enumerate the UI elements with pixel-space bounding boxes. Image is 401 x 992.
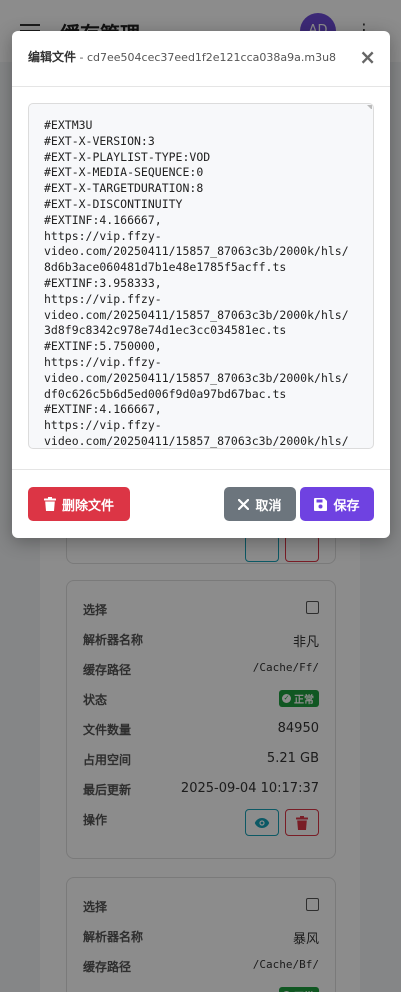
close-icon[interactable]: × bbox=[359, 47, 376, 67]
close-icon bbox=[238, 498, 250, 510]
save-button[interactable]: 保存 bbox=[300, 487, 374, 521]
modal-title-separator: - bbox=[76, 51, 87, 64]
resize-handle-icon[interactable] bbox=[367, 105, 372, 110]
modal-title-label: 编辑文件 bbox=[28, 50, 77, 64]
edit-file-modal: 编辑文件 - cd7ee504cec37eed1f2e121cca038a9a.… bbox=[12, 31, 390, 538]
modal-file-name: cd7ee504cec37eed1f2e121cca038a9a.m3u8 bbox=[86, 51, 337, 64]
modal-header: 编辑文件 - cd7ee504cec37eed1f2e121cca038a9a.… bbox=[12, 31, 390, 87]
trash-icon bbox=[43, 497, 56, 511]
cancel-button[interactable]: 取消 bbox=[224, 487, 296, 521]
file-content-text[interactable]: #EXTM3U #EXT-X-VERSION:3 #EXT-X-PLAYLIST… bbox=[44, 118, 363, 448]
modal-title: 编辑文件 - cd7ee504cec37eed1f2e121cca038a9a.… bbox=[28, 48, 336, 65]
save-icon bbox=[314, 497, 328, 511]
delete-file-label: 删除文件 bbox=[61, 498, 114, 514]
file-content-editor[interactable]: #EXTM3U #EXT-X-VERSION:3 #EXT-X-PLAYLIST… bbox=[28, 103, 374, 449]
modal-footer: 删除文件 取消 保存 bbox=[12, 469, 390, 538]
cancel-label: 取消 bbox=[255, 498, 282, 514]
delete-file-button[interactable]: 删除文件 bbox=[28, 487, 130, 521]
save-label: 保存 bbox=[333, 498, 360, 514]
